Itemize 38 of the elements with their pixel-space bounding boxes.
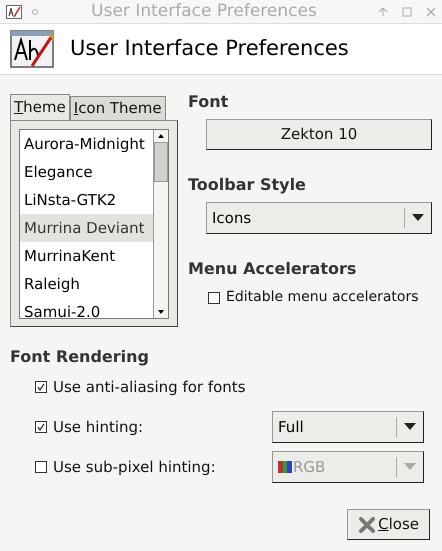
tab[interactable]: Icon Theme [70,96,166,120]
window-title: User Interface Preferences [90,0,318,23]
checkbox-label: Use sub-pixel hinting: [53,456,217,478]
section-label: Font [188,91,230,113]
checkbox[interactable] [208,292,220,304]
theme-list-item[interactable]: Raleigh [20,270,153,298]
scrollbar-thumb[interactable] [154,142,168,182]
checkbox[interactable] [35,381,47,393]
header-title: User Interface Preferences [70,35,349,62]
dropdown-value: RGB [293,456,326,478]
checkbox-label: Editable menu accelerators [226,288,419,307]
dropdown-arrow-icon [404,423,416,431]
section-label: Font Rendering [10,346,150,368]
app-icon [6,4,22,18]
dropdown[interactable]: Full [272,411,424,443]
tab[interactable]: Theme [10,94,70,120]
scrollbar[interactable] [153,130,168,318]
dropdown[interactable]: Icons [206,202,432,234]
font-pen-icon [10,30,56,68]
dropdown-value: Full [278,416,305,438]
checkbox-label: Use anti-aliasing for fonts [53,376,247,398]
close-icon [358,516,376,534]
theme-list-item[interactable]: LiNsta-GTK2 [20,186,153,214]
dropdown-arrow-icon [404,463,416,471]
theme-list-item[interactable]: Elegance [20,158,153,186]
section-label: Toolbar Style [188,174,307,196]
close-button[interactable]: Close [347,509,430,540]
dropdown-value: Icons [212,208,252,229]
checkbox[interactable] [35,421,47,433]
section-label: Menu Accelerators [188,258,358,280]
checkbox[interactable] [35,461,47,473]
theme-list-item[interactable]: MurrinaKent [20,242,153,270]
checkbox-label: Use hinting: [53,416,144,438]
font-button[interactable]: Zekton 10 [206,119,432,150]
dropdown-arrow-icon [412,214,424,222]
theme-list-item[interactable]: Aurora-Midnight [20,130,153,158]
theme-list-item[interactable]: Murrina Deviant [20,214,153,242]
theme-list-item[interactable]: Samui-2.0 [20,298,153,318]
